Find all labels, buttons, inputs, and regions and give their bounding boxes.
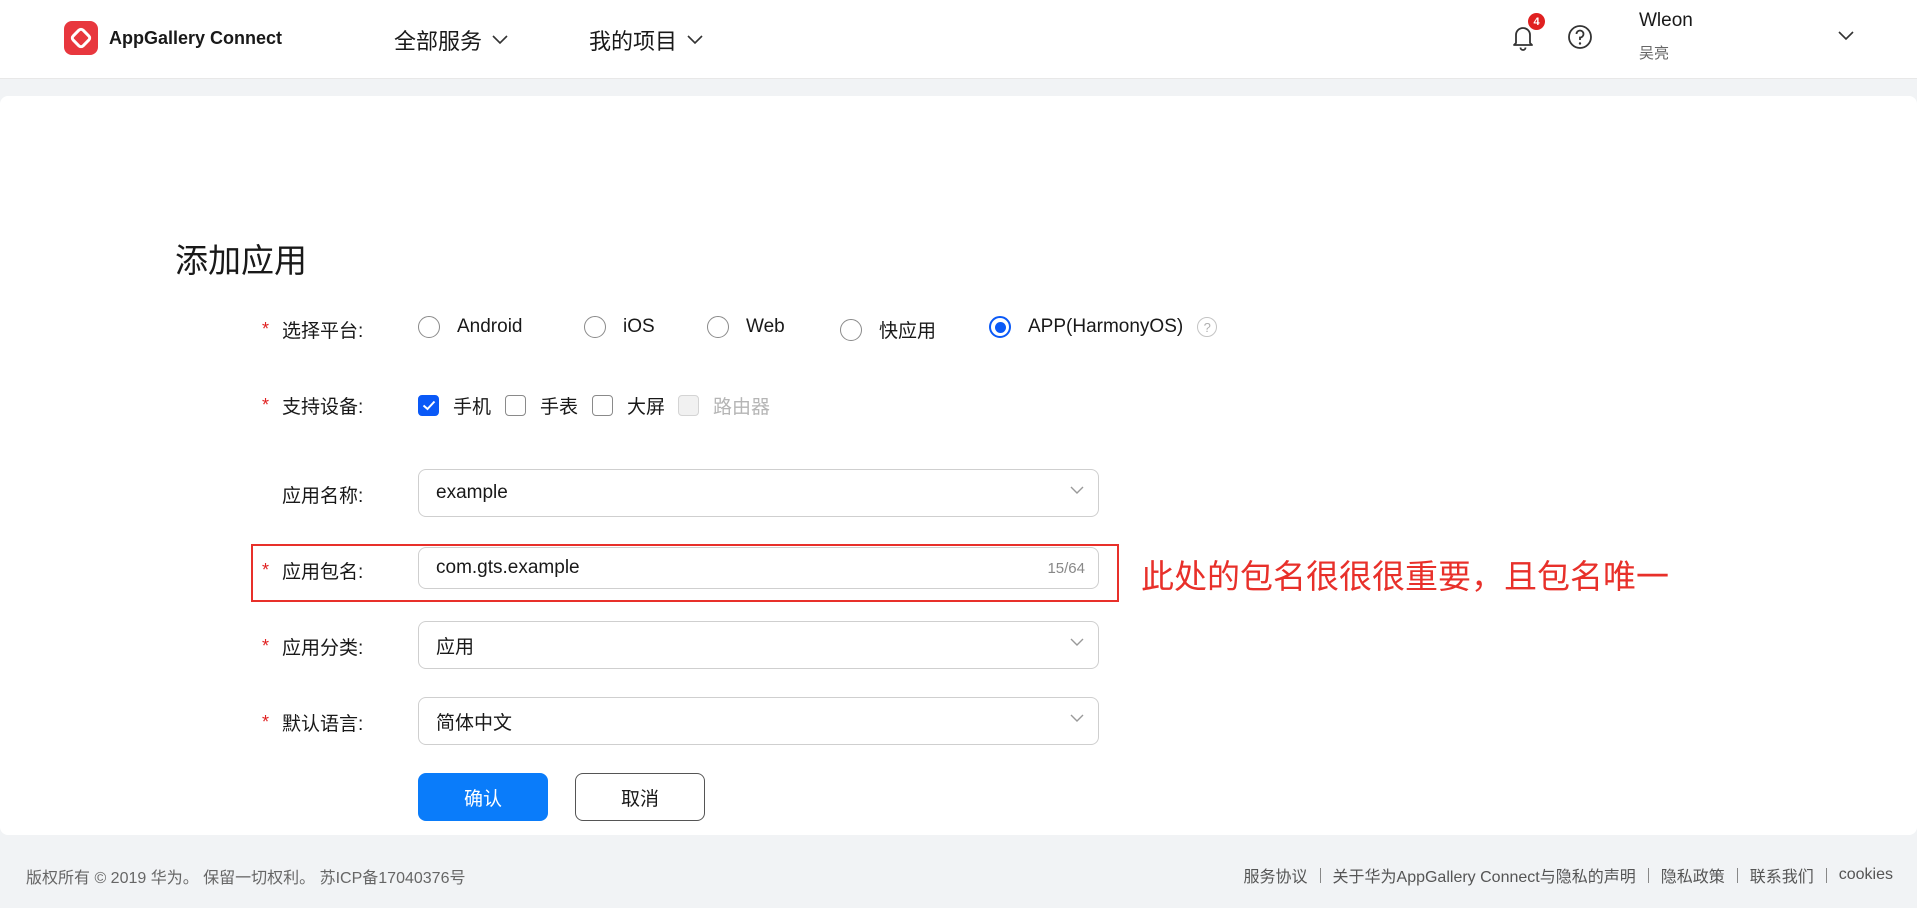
language-label: * 默认语言:: [262, 709, 363, 736]
footer-link-contact[interactable]: 联系我们: [1750, 863, 1814, 887]
confirm-button[interactable]: 确认: [418, 773, 548, 821]
radio-android-label: Android: [457, 316, 523, 337]
chevron-down-icon: [687, 35, 703, 45]
category-label: * 应用分类:: [262, 633, 363, 660]
brand-logo[interactable]: AppGallery Connect: [64, 21, 282, 55]
page-title: 添加应用: [175, 242, 307, 279]
chevron-down-icon: [1070, 714, 1084, 722]
nav-my-projects[interactable]: 我的项目: [589, 24, 703, 56]
help-icon[interactable]: [1565, 22, 1595, 52]
radio-web-label: Web: [746, 316, 785, 337]
checkbox-watch[interactable]: 手表: [505, 392, 578, 419]
platform-label: * 选择平台:: [262, 316, 363, 343]
radio-ios[interactable]: iOS: [584, 316, 655, 338]
checkbox-tv-label: 大屏: [627, 397, 666, 418]
question-help-icon[interactable]: ?: [1197, 317, 1218, 337]
footer-divider: [1647, 867, 1649, 883]
devices-label: * 支持设备:: [262, 392, 363, 419]
checkbox-router: 路由器: [678, 392, 770, 419]
footer-divider: [1825, 867, 1827, 883]
top-header: AppGallery Connect 全部服务 我的项目 4 Wleon 吴亮: [0, 0, 1917, 79]
user-name: Wleon: [1639, 10, 1693, 31]
footer-divider: [1319, 867, 1321, 883]
checkbox-watch-label: 手表: [540, 397, 579, 418]
language-value: 简体中文: [436, 712, 513, 734]
chevron-down-icon: [492, 35, 508, 45]
language-select[interactable]: 简体中文: [418, 697, 1099, 745]
nav-all-services-label: 全部服务: [394, 29, 483, 54]
radio-harmonyos[interactable]: APP(HarmonyOS) ?: [989, 316, 1218, 338]
category-select[interactable]: 应用: [418, 621, 1099, 669]
footer-divider: [1736, 867, 1738, 883]
footer-link-privacy-policy[interactable]: 隐私政策: [1661, 863, 1725, 887]
app-name-label: 应用名称:: [262, 481, 363, 508]
user-menu-chevron-icon[interactable]: [1838, 28, 1854, 46]
appgallery-logo-icon: [64, 21, 98, 55]
checkbox-phone[interactable]: 手机: [418, 392, 491, 419]
platform-label-text: 选择平台:: [282, 321, 364, 342]
highlight-box: [251, 544, 1119, 602]
nav-my-projects-label: 我的项目: [589, 29, 678, 54]
cancel-button[interactable]: 取消: [575, 773, 705, 821]
radio-circle[interactable]: [418, 316, 440, 338]
category-label-text: 应用分类:: [282, 638, 364, 659]
checkbox-checked[interactable]: [418, 395, 439, 416]
checkbox-disabled: [678, 395, 699, 416]
checkbox-box[interactable]: [505, 395, 526, 416]
required-asterisk: *: [262, 712, 270, 732]
radio-web[interactable]: Web: [707, 316, 785, 338]
notification-badge: 4: [1528, 13, 1545, 30]
checkbox-phone-label: 手机: [453, 397, 492, 418]
footer-link-service-agreement[interactable]: 服务协议: [1244, 863, 1308, 887]
nav-all-services[interactable]: 全部服务: [394, 24, 508, 56]
chevron-down-icon: [1070, 486, 1084, 494]
radio-circle-selected[interactable]: [989, 316, 1011, 338]
chevron-down-icon: [1070, 638, 1084, 646]
user-display-name: 吴亮: [1639, 45, 1670, 62]
checkbox-tv[interactable]: 大屏: [592, 392, 665, 419]
radio-circle[interactable]: [840, 318, 862, 341]
brand-name: AppGallery Connect: [109, 27, 283, 48]
radio-circle[interactable]: [584, 316, 606, 338]
app-name-label-text: 应用名称:: [282, 486, 364, 507]
checkbox-router-label: 路由器: [713, 397, 771, 418]
radio-quick-app[interactable]: 快应用: [840, 316, 936, 343]
required-asterisk: *: [262, 395, 270, 415]
annotation-note: 此处的包名很很很重要，且包名唯一: [1141, 558, 1669, 595]
radio-android[interactable]: Android: [418, 316, 523, 338]
required-asterisk: *: [262, 319, 270, 339]
check-icon: [422, 400, 435, 411]
footer-link-privacy-statement[interactable]: 关于华为AppGallery Connect与隐私的声明: [1333, 863, 1636, 887]
radio-quick-app-label: 快应用: [879, 321, 937, 342]
footer-links: 服务协议 关于华为AppGallery Connect与隐私的声明 隐私政策 联…: [1244, 863, 1894, 887]
app-name-value: example: [436, 482, 508, 503]
category-value: 应用: [436, 636, 475, 658]
required-asterisk: *: [262, 636, 270, 656]
checkbox-box[interactable]: [592, 395, 613, 416]
language-label-text: 默认语言:: [282, 714, 364, 735]
radio-circle[interactable]: [707, 316, 729, 338]
devices-label-text: 支持设备:: [282, 397, 364, 418]
footer-link-cookies[interactable]: cookies: [1839, 866, 1893, 884]
radio-ios-label: iOS: [623, 316, 655, 337]
app-name-select[interactable]: example: [418, 469, 1099, 517]
radio-harmonyos-label: APP(HarmonyOS): [1028, 316, 1184, 337]
footer-copyright: 版权所有 © 2019 华为。 保留一切权利。 苏ICP备17040376号: [26, 870, 466, 887]
